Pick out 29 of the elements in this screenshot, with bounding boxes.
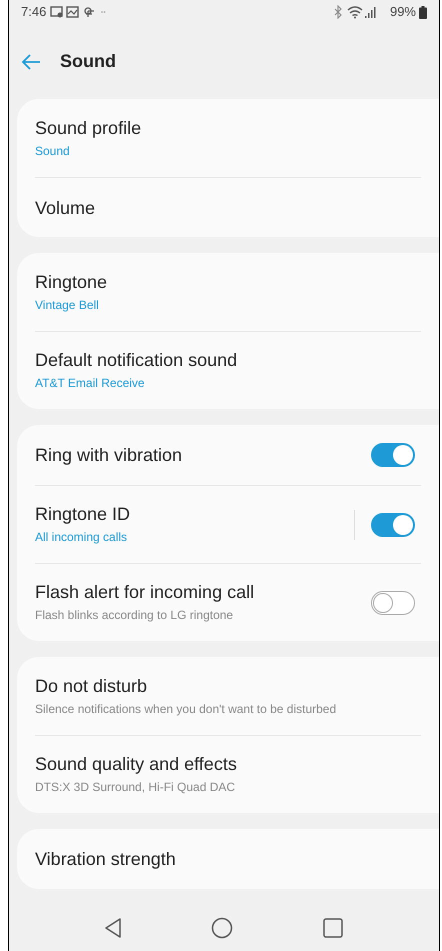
toggle-switch[interactable]	[371, 443, 415, 467]
status-time: 7:46	[21, 3, 46, 22]
setting-title[interactable]: Vibration strength	[35, 848, 415, 870]
toggle-switch[interactable]	[371, 512, 415, 536]
setting-title[interactable]: Flash alert for incoming call	[35, 581, 371, 603]
setting-description: Flash blinks according to LG ringtone	[35, 607, 234, 624]
toggle-switch[interactable]	[371, 590, 415, 614]
setting-title[interactable]: Sound quality and effects	[35, 753, 415, 775]
setting-title[interactable]: Volume	[35, 196, 415, 218]
recents-nav-icon[interactable]	[322, 917, 344, 939]
home-nav-icon[interactable]	[210, 917, 233, 939]
notification-icons	[50, 5, 106, 19]
battery-icon	[419, 6, 427, 18]
back-nav-icon[interactable]	[104, 917, 122, 939]
setting-title[interactable]: Sound profile	[35, 116, 415, 138]
battery-level: 99%	[390, 3, 416, 22]
setting-title[interactable]: Ringtone	[35, 270, 415, 292]
setting-title[interactable]: Do not disturb	[35, 674, 415, 696]
setting-value: All incoming calls	[35, 529, 128, 546]
setting-value: Vintage Bell	[35, 296, 100, 314]
page-title: Sound	[60, 50, 116, 73]
back-icon[interactable]	[21, 54, 41, 70]
setting-value: AT&T Email Receive	[35, 375, 146, 392]
setting-title[interactable]: Default notification sound	[35, 349, 415, 371]
setting-description: Silence notifications when you don't want to be disturbed	[35, 700, 338, 718]
setting-title[interactable]: Ringtone ID	[35, 503, 354, 525]
setting-value: Sound	[35, 142, 71, 160]
setting-title[interactable]: Ring with vibration	[35, 444, 371, 466]
setting-description: DTS:X 3D Surround, Hi-Fi Quad DAC	[35, 779, 236, 796]
